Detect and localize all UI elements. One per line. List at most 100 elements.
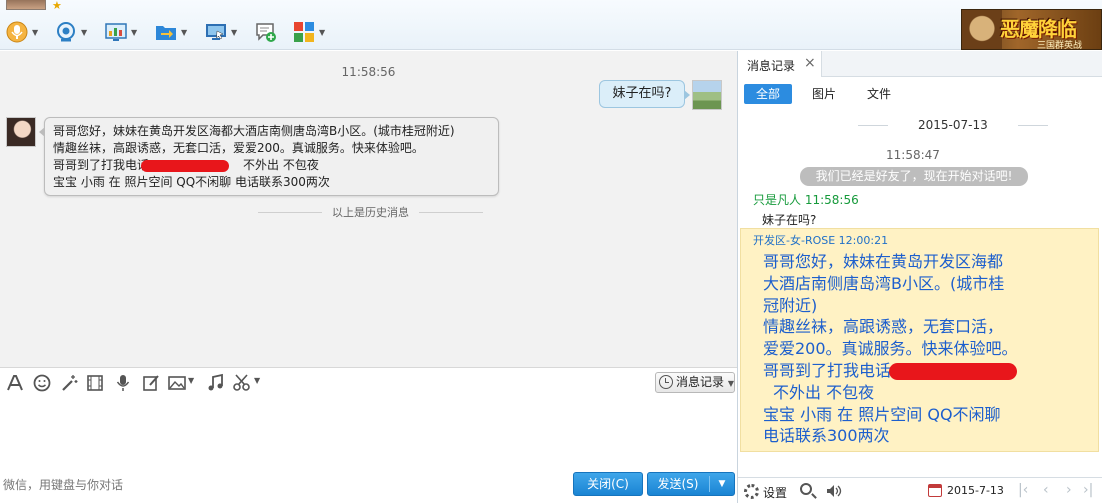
message-timestamp: 11:58:56 bbox=[341, 65, 396, 79]
star-icon: ★ bbox=[52, 0, 62, 12]
warrior-portrait-icon bbox=[962, 10, 1002, 49]
message-line: 情趣丝袜，高跟诱惑，无套口活，爱爱200。真诚服务。快来体验吧。 bbox=[53, 141, 424, 155]
folder-send-icon bbox=[156, 26, 176, 40]
history-tab-bar: 消息记录 × bbox=[738, 51, 1102, 77]
contact-message-header: 开发区-女-ROSE 12:00:21 bbox=[753, 234, 889, 247]
history-divider-text: 以上是历史消息 bbox=[332, 206, 409, 219]
contact-avatar[interactable] bbox=[6, 0, 46, 10]
my-message-header: 只是凡人 11:58:56 bbox=[753, 193, 859, 207]
filter-all[interactable]: 全部 bbox=[744, 84, 792, 104]
remote-desktop-button[interactable]: ▼ bbox=[205, 21, 237, 43]
message-line: 哥哥到了打我电话 bbox=[763, 360, 892, 380]
scissors-icon[interactable] bbox=[232, 373, 252, 393]
chevron-down-icon[interactable]: ▼ bbox=[32, 28, 38, 37]
chevron-down-icon[interactable]: ▼ bbox=[181, 28, 187, 37]
app-center-button[interactable]: ▼ bbox=[293, 21, 325, 43]
message-history-button[interactable]: 消息记录 ▼ bbox=[655, 372, 735, 393]
message-line: 宝宝 小雨 在 照片空间 QQ不闲聊 电话联系300两次 bbox=[53, 175, 330, 189]
history-time: 11:58:47 bbox=[886, 148, 940, 162]
message-line: 爱爱200。真诚服务。快来体验吧。 bbox=[763, 339, 1018, 359]
first-page-icon[interactable]: |‹ bbox=[1018, 482, 1028, 498]
create-discussion-button[interactable] bbox=[255, 21, 277, 43]
my-message-bubble[interactable]: 妹子在吗? bbox=[599, 80, 690, 108]
calendar-icon[interactable] bbox=[928, 484, 942, 497]
editor-toolbar: ▼ ▼ 消息记录 ▼ bbox=[0, 367, 737, 397]
video-clip-icon[interactable] bbox=[85, 373, 105, 393]
message-line: 情趣丝袜，高跟诱惑，无套口活， bbox=[763, 317, 1004, 337]
chevron-down-icon[interactable]: ▼ bbox=[254, 376, 260, 385]
history-divider: 以上是历史消息 bbox=[258, 204, 483, 220]
tab-label: 消息记录 bbox=[747, 59, 796, 73]
last-page-icon[interactable]: ›| bbox=[1083, 482, 1093, 498]
close-button[interactable]: 关闭(C) bbox=[573, 472, 643, 496]
voice-call-button[interactable]: ▼ bbox=[6, 21, 38, 43]
contact-history-text: 哥哥您好，妹妹在黄岛开发区海都 大酒店南侧唐岛湾B小区。(城市桂 冠附近) 情趣… bbox=[763, 251, 1093, 447]
send-button[interactable]: 发送(S) ▼ bbox=[647, 472, 735, 496]
next-page-icon[interactable]: › bbox=[1066, 482, 1072, 498]
screen-share-icon bbox=[105, 23, 127, 41]
music-icon[interactable] bbox=[206, 373, 226, 393]
send-bar: 微信，用键盘与你对话 关闭(C) 发送(S) ▼ bbox=[0, 467, 737, 503]
chevron-down-icon[interactable]: ▼ bbox=[81, 28, 87, 37]
microphone-icon[interactable] bbox=[113, 373, 133, 393]
my-avatar[interactable] bbox=[692, 80, 722, 110]
chevron-down-icon[interactable]: ▼ bbox=[231, 28, 237, 37]
message-line: 哥哥您好，妹妹在黄岛开发区海都大酒店南侧唐岛湾B小区。(城市桂冠附近) bbox=[53, 124, 455, 138]
filter-files[interactable]: 文件 bbox=[866, 84, 892, 104]
input-hint: 微信，用键盘与你对话 bbox=[3, 478, 124, 492]
message-line: 不外出 不包夜 bbox=[773, 382, 875, 402]
message-history-panel: 消息记录 × 全部 图片 文件 2015-07-13 11:58:47 我们已经… bbox=[737, 51, 1102, 503]
chevron-down-icon[interactable]: ▼ bbox=[710, 473, 734, 495]
history-footer: 设置 2015-7-13 |‹ ‹ › ›| bbox=[738, 477, 1102, 503]
message-line: 不外出 不包夜 bbox=[243, 158, 319, 172]
message-line-with-phone: 哥哥到了打我电话 不外出 不包夜 bbox=[53, 157, 498, 174]
magic-wand-icon[interactable] bbox=[59, 373, 79, 393]
close-icon[interactable]: × bbox=[804, 55, 816, 71]
contact-history-message[interactable]: 开发区-女-ROSE 12:00:21 哥哥您好，妹妹在黄岛开发区海都 大酒店南… bbox=[740, 228, 1099, 452]
date-separator: 2015-07-13 bbox=[858, 118, 1098, 132]
contact-message-avatar[interactable] bbox=[6, 117, 36, 147]
filter-images[interactable]: 图片 bbox=[811, 84, 837, 104]
speaker-icon[interactable] bbox=[826, 484, 842, 498]
game-ad-banner[interactable]: 恶魔降临 三国群英战 bbox=[961, 9, 1102, 50]
contact-message-bubble[interactable]: 哥哥您好，妹妹在黄岛开发区海都大酒店南侧唐岛湾B小区。(城市桂冠附近) 情趣丝袜… bbox=[39, 117, 499, 196]
previous-page-icon[interactable]: ‹ bbox=[1043, 482, 1049, 498]
chevron-down-icon[interactable]: ▼ bbox=[319, 28, 325, 37]
message-line-with-phone: 哥哥到了打我电话 bbox=[763, 360, 1093, 382]
history-date: 2015-07-13 bbox=[918, 118, 988, 132]
clock-icon bbox=[659, 375, 673, 389]
tab-message-history[interactable]: 消息记录 × bbox=[738, 51, 822, 77]
banner-subtitle: 三国群英战 bbox=[1037, 41, 1083, 50]
share-screen-button[interactable]: ▼ bbox=[105, 21, 137, 43]
edit-icon[interactable] bbox=[141, 373, 161, 393]
gear-icon[interactable] bbox=[744, 484, 759, 499]
camera-icon bbox=[57, 22, 75, 42]
chat-add-icon bbox=[256, 23, 276, 42]
message-line: 冠附近) bbox=[763, 295, 818, 315]
video-call-button[interactable]: ▼ bbox=[55, 21, 87, 43]
top-toolbar: ★ ▼ ▼ ▼ ▼ ▼ ▼ 恶魔降临 三国群英战 bbox=[0, 0, 1102, 50]
message-line: 哥哥到了打我电话 bbox=[53, 158, 150, 172]
settings-label[interactable]: 设置 bbox=[763, 484, 787, 501]
message-input[interactable] bbox=[0, 397, 737, 467]
microphone-icon bbox=[6, 21, 28, 43]
message-line: 哥哥您好，妹妹在黄岛开发区海都 bbox=[763, 252, 1004, 271]
search-icon[interactable] bbox=[800, 483, 812, 495]
chevron-down-icon[interactable]: ▼ bbox=[131, 28, 137, 37]
message-line: 宝宝 小雨 在 照片空间 QQ不闲聊 bbox=[763, 404, 1001, 424]
message-line: 电话联系300两次 bbox=[763, 426, 890, 446]
system-message: 我们已经是好友了，现在开始对话吧! bbox=[800, 167, 1028, 186]
chevron-down-icon: ▼ bbox=[727, 379, 734, 388]
redaction-mark bbox=[141, 159, 230, 172]
remote-desktop-icon bbox=[206, 24, 226, 40]
redaction-mark bbox=[889, 362, 1018, 380]
calendar-date: 2015-7-13 bbox=[947, 484, 1004, 497]
chevron-down-icon[interactable]: ▼ bbox=[188, 376, 194, 385]
message-history-label: 消息记录 bbox=[676, 375, 725, 389]
image-icon[interactable] bbox=[167, 373, 187, 393]
chat-message-area[interactable]: 11:58:56 妹子在吗? 哥哥您好，妹妹在黄岛开发区海都大酒店南侧唐岛湾B小… bbox=[0, 51, 737, 367]
font-icon[interactable] bbox=[5, 373, 25, 393]
send-file-button[interactable]: ▼ bbox=[155, 21, 187, 43]
emoji-icon[interactable] bbox=[32, 373, 52, 393]
my-history-message: 妹子在吗? bbox=[762, 213, 817, 227]
